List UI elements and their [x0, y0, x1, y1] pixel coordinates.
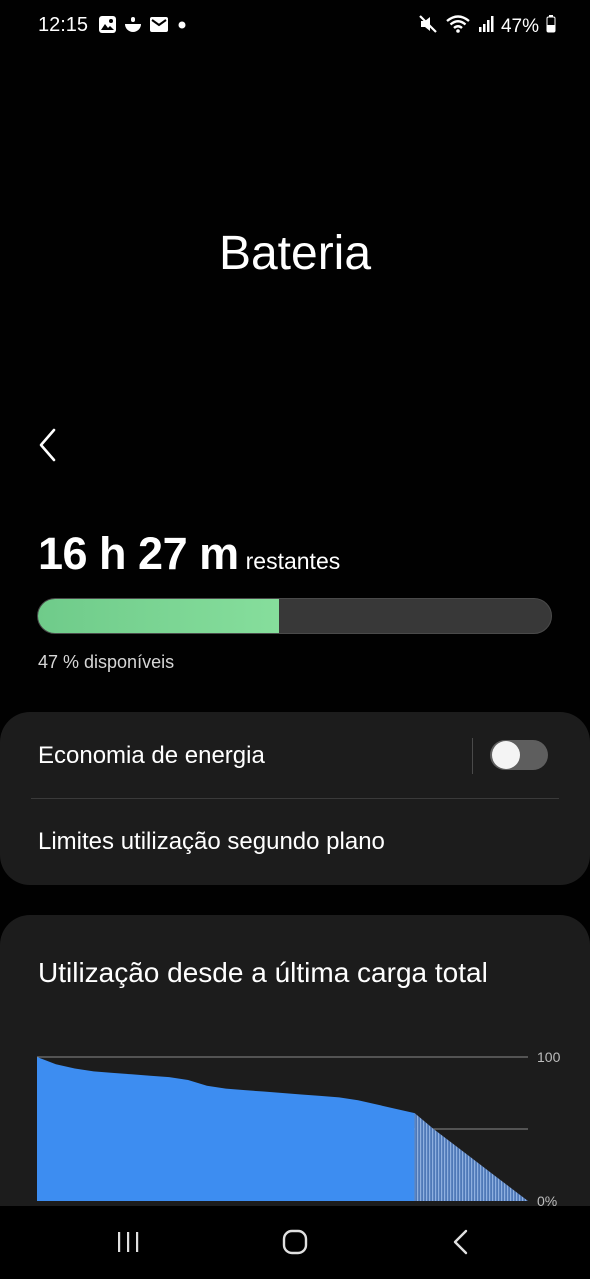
- notification-icons: [98, 15, 189, 39]
- dot-icon: [175, 15, 189, 39]
- row-separator: [472, 738, 473, 774]
- mute-icon: [418, 14, 438, 39]
- nav-back-button[interactable]: [441, 1226, 481, 1260]
- power-saving-toggle[interactable]: [490, 740, 548, 770]
- chevron-left-icon: [39, 428, 56, 462]
- battery-level-fill: [38, 599, 280, 633]
- navigation-bar: [0, 1206, 590, 1279]
- power-saving-row[interactable]: Economia de energia: [0, 712, 590, 799]
- recent-apps-icon: [118, 1232, 139, 1252]
- back-button[interactable]: [32, 424, 66, 466]
- background-limits-row[interactable]: Limites utilização segundo plano: [0, 800, 590, 885]
- y-tick-label: 100: [537, 1049, 561, 1065]
- battery-available-text: 47 % disponíveis: [38, 652, 175, 672]
- battery-settings-card: Economia de energia Limites utilização s…: [0, 712, 590, 885]
- back-icon: [453, 1229, 468, 1255]
- divider: [31, 798, 559, 799]
- screen: 12:15 47% Bateria 16 h 27 m restantes 47…: [0, 0, 590, 1279]
- home-button[interactable]: [275, 1226, 315, 1260]
- signal-icon: [478, 14, 494, 39]
- toggle-knob: [492, 741, 520, 769]
- mail-icon: [149, 15, 169, 39]
- wifi-icon: [445, 14, 471, 39]
- home-icon: [282, 1229, 308, 1255]
- status-time: 12:15: [38, 14, 89, 36]
- background-limits-label: Limites utilização segundo plano: [38, 828, 385, 855]
- usage-chart: 1000%: [37, 1049, 561, 1209]
- status-bar: 12:15 47%: [0, 0, 590, 52]
- battery-icon: [546, 14, 556, 39]
- remaining-value: 16 h 27 m: [38, 528, 239, 579]
- predicted-usage-area: [414, 1113, 528, 1201]
- remaining-time: 16 h 27 m restantes: [38, 528, 340, 580]
- battery-level-bar: [37, 598, 552, 634]
- system-icons: 47%: [418, 14, 556, 39]
- gallery-icon: [98, 15, 117, 39]
- food-icon: [123, 15, 143, 39]
- status-battery-percent: 47%: [500, 15, 539, 37]
- page-title: Bateria: [218, 227, 372, 280]
- recent-apps-button[interactable]: [108, 1226, 148, 1260]
- actual-usage-area: [37, 1057, 415, 1201]
- remaining-suffix: restantes: [245, 548, 341, 574]
- power-saving-label: Economia de energia: [38, 742, 265, 769]
